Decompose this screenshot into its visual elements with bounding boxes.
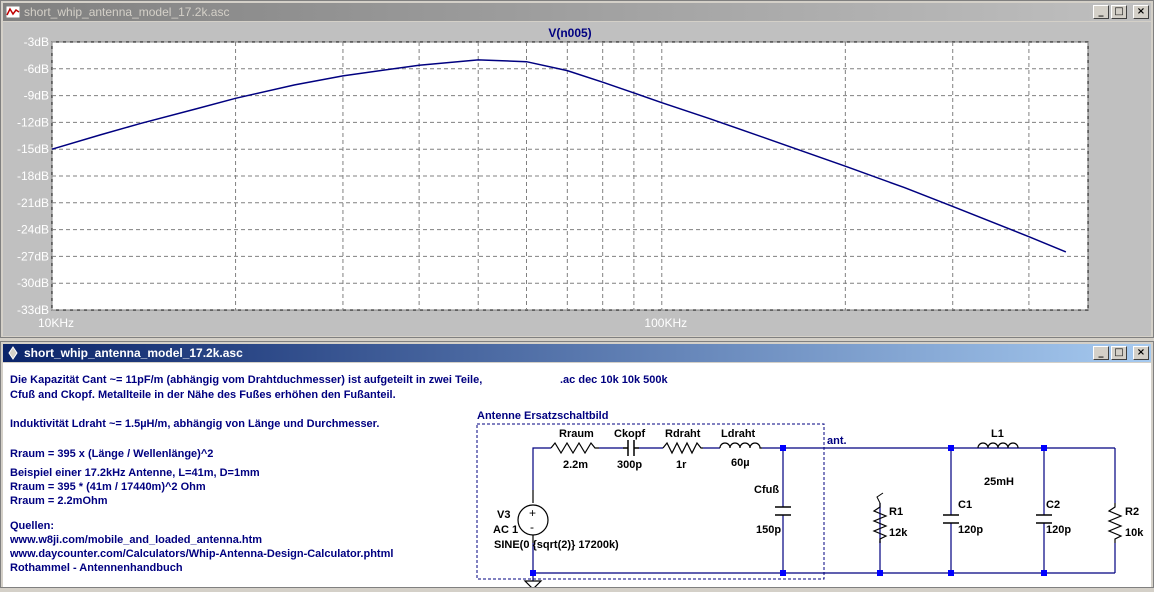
link-text[interactable]: www.daycounter.com/Calculators/Whip-Ante… — [9, 548, 393, 560]
y-tick-label: -24dB — [17, 223, 49, 237]
component-name: C2 — [1046, 499, 1060, 511]
component-value: 12k — [889, 527, 908, 539]
component-value: 300p — [617, 459, 642, 471]
waveform-window: short_whip_antenna_model_17.2k.asc _ □ ×… — [0, 0, 1154, 338]
maximize-button[interactable]: □ — [1111, 346, 1127, 360]
component-name: L1 — [991, 428, 1004, 440]
component-value: 10k — [1125, 527, 1144, 539]
component-value: 1r — [676, 459, 687, 471]
minimize-button[interactable]: _ — [1093, 5, 1109, 19]
maximize-button[interactable]: □ — [1111, 5, 1127, 19]
svg-text:-: - — [530, 520, 534, 534]
y-tick-label: -21dB — [17, 196, 49, 210]
close-button[interactable]: × — [1133, 5, 1149, 19]
schematic-window-titlebar[interactable]: short_whip_antenna_model_17.2k.asc _ □ × — [3, 344, 1151, 362]
component-name: Rdraht — [665, 428, 701, 440]
capacitor-ckopf[interactable] — [623, 440, 639, 456]
y-tick-label: -27dB — [17, 249, 49, 263]
capacitor-c2[interactable] — [1036, 514, 1052, 524]
capacitor-cfuss[interactable] — [775, 506, 791, 516]
y-tick-label: -12dB — [17, 115, 49, 129]
component-value: 150p — [756, 524, 781, 536]
schematic-canvas[interactable]: Die Kapazität Cant ~= 11pF/m (abhängig v… — [3, 363, 1151, 590]
svg-text:+: + — [529, 506, 536, 520]
resistor-rraum[interactable] — [550, 441, 599, 455]
resistor-rdraht[interactable] — [662, 441, 703, 455]
resistor-r2[interactable] — [1107, 503, 1123, 543]
component-name: R2 — [1125, 506, 1139, 518]
x-tick-label: 100KHz — [644, 316, 687, 330]
group-box — [476, 423, 825, 580]
note-line: Quellen: — [10, 520, 54, 532]
y-tick-label: -9dB — [24, 89, 49, 103]
note-line: Rraum = 2.2mOhm — [10, 495, 108, 507]
note-line: Rraum = 395 x (Länge / Wellenlänge)^2 — [10, 448, 213, 460]
y-tick-label: -18dB — [17, 169, 49, 183]
plot-area[interactable]: -3dB -6dB -9dB -12dB -15dB -18dB -21dB -24dB -27… — [3, 22, 1151, 336]
source-value: AC 1 — [493, 524, 518, 536]
schematic-window: short_whip_antenna_model_17.2k.asc _ □ ×… — [0, 341, 1154, 590]
component-name: Rraum — [559, 428, 594, 440]
inductor-ldraht[interactable] — [719, 442, 762, 449]
y-tick-label: -30dB — [17, 276, 49, 290]
y-tick-label: -33dB — [17, 303, 49, 317]
minimize-button[interactable]: _ — [1093, 346, 1109, 360]
waveform-window-title: short_whip_antenna_model_17.2k.asc — [24, 5, 230, 19]
close-button[interactable]: × — [1133, 346, 1149, 360]
note-line: Rothammel - Antennenhandbuch — [10, 562, 183, 574]
note-line: Cfuß and Ckopf. Metallteile in der Nähe … — [10, 389, 396, 401]
component-name: Ckopf — [614, 428, 646, 440]
bode-plot[interactable]: -3dB -6dB -9dB -12dB -15dB -18dB -21dB -24dB -27… — [3, 22, 1151, 336]
schematic-window-title: short_whip_antenna_model_17.2k.asc — [24, 346, 243, 360]
y-tick-label: -6dB — [24, 62, 49, 76]
spice-directive[interactable]: .ac dec 10k 10k 500k — [560, 374, 669, 386]
schematic-icon — [5, 345, 21, 361]
waveform-window-titlebar[interactable]: short_whip_antenna_model_17.2k.asc _ □ × — [3, 3, 1151, 21]
component-value: 120p — [958, 524, 983, 536]
note-line: Beispiel einer 17.2kHz Antenne, L=41m, D… — [10, 467, 260, 479]
component-value: 60µ — [731, 457, 750, 469]
source-function: SINE(0 {sqrt(2)} 17200k) — [494, 539, 619, 551]
trace-label[interactable]: V(n005) — [548, 26, 591, 40]
group-title: Antenne Ersatzschaltbild — [477, 410, 608, 422]
net-label[interactable]: ant. — [827, 435, 847, 447]
note-line: Rraum = 395 * (41m / 17440m)^2 Ohm — [10, 481, 206, 493]
x-tick-label: 10KHz — [38, 316, 74, 330]
link-text[interactable]: www.w8ji.com/mobile_and_loaded_antenna.h… — [9, 534, 262, 546]
voltage-source-v3[interactable]: + - — [517, 490, 549, 543]
schematic-drawing[interactable]: Die Kapazität Cant ~= 11pF/m (abhängig v… — [3, 363, 1151, 590]
capacitor-c1[interactable] — [943, 514, 959, 524]
component-value: 2.2m — [563, 459, 588, 471]
component-name: R1 — [889, 506, 903, 518]
y-axis-ticks: -3dB -6dB -9dB -12dB -15dB -18dB -21dB -24dB -27… — [17, 35, 49, 317]
component-name: C1 — [958, 499, 972, 511]
x-axis-ticks: 10KHz 100KHz — [38, 316, 687, 330]
waveform-icon — [5, 4, 21, 20]
component-name: Ldraht — [721, 428, 756, 440]
probe-marker — [876, 492, 884, 504]
component-value: 25mH — [984, 476, 1014, 488]
note-line: Die Kapazität Cant ~= 11pF/m (abhängig v… — [10, 374, 482, 386]
note-line: Induktivität Ldraht ~= 1.5µH/m, abhängig… — [10, 418, 379, 430]
source-name: V3 — [497, 509, 510, 521]
component-name: Cfuß — [754, 484, 779, 496]
ground-symbol[interactable] — [523, 580, 543, 590]
component-value: 120p — [1046, 524, 1071, 536]
inductor-l1[interactable] — [977, 442, 1019, 449]
y-tick-label: -15dB — [17, 142, 49, 156]
y-tick-label: -3dB — [24, 35, 49, 49]
